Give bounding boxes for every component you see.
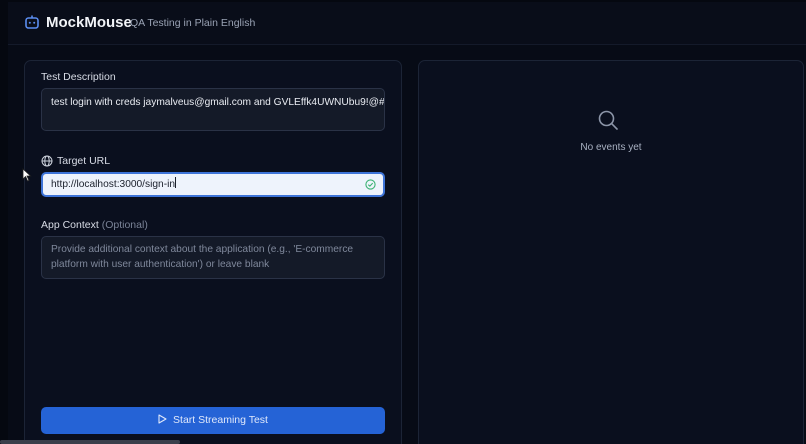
target-url-label: Target URL (57, 155, 111, 167)
test-form-panel: Test Description test login with creds j… (24, 60, 402, 444)
target-url-input[interactable]: http://localhost:3000/sign-in (41, 172, 385, 197)
robot-icon (25, 15, 39, 29)
start-streaming-test-button[interactable]: Start Streaming Test (41, 407, 385, 434)
events-panel: No events yet (418, 60, 804, 444)
text-caret (175, 177, 177, 188)
search-icon (598, 110, 618, 130)
globe-icon (41, 155, 53, 167)
start-button-label: Start Streaming Test (173, 414, 268, 426)
optional-hint: (Optional) (101, 219, 148, 231)
app-context-textarea[interactable]: Provide additional context about the app… (41, 236, 385, 279)
tagline: QA Testing in Plain English (130, 17, 256, 29)
horizontal-scrollbar[interactable] (0, 440, 180, 444)
app-window: MockMouse QA Testing in Plain English Te… (8, 2, 806, 444)
test-description-value: test login with creds jaymalveus@gmail.c… (51, 97, 385, 108)
app-context-label-text: App Context (41, 219, 99, 231)
no-events-text: No events yet (580, 142, 642, 153)
target-url-value: http://localhost:3000/sign-in (51, 179, 176, 190)
app-context-label: App Context (Optional) (41, 219, 148, 232)
brand-name: MockMouse (46, 14, 132, 31)
play-icon (158, 414, 167, 424)
valid-check-icon (365, 179, 376, 190)
mouse-cursor-icon (22, 168, 32, 182)
test-description-textarea[interactable]: test login with creds jaymalveus@gmail.c… (41, 88, 385, 131)
app-context-placeholder: Provide additional context about the app… (51, 244, 354, 270)
top-bar: MockMouse QA Testing in Plain English (8, 2, 806, 45)
test-description-label: Test Description (41, 71, 116, 83)
